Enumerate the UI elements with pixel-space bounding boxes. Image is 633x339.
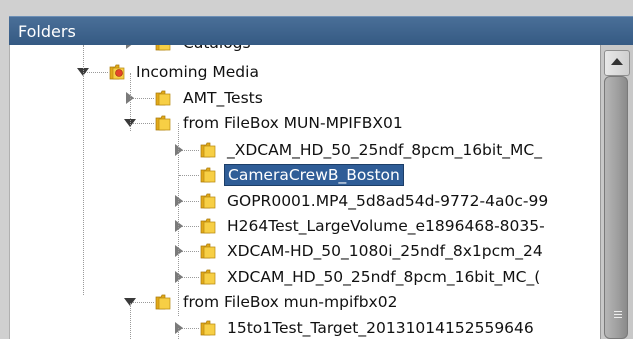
- tree-item[interactable]: AMT_Tests: [10, 86, 601, 111]
- tree-item-label: AMT_Tests: [183, 89, 263, 107]
- tree-item[interactable]: CameraCrewB_Boston: [10, 163, 601, 188]
- panel-titlebar: Folders: [9, 16, 633, 45]
- tree-item-label: Incoming Media: [136, 63, 259, 81]
- folder-icon: [154, 89, 172, 107]
- tree-item[interactable]: Incoming Media: [10, 60, 601, 85]
- tree-item-label: _XDCAM_HD_50_25ndf_8pcm_16bit_MC_: [227, 141, 542, 159]
- tree-item-label: 15to1Test_Target_20131014152559646: [227, 319, 534, 337]
- tree-item[interactable]: from FileBox mun-mpifbx02: [10, 290, 601, 315]
- tree-connector-line: [83, 45, 84, 295]
- folder-icon: [154, 293, 172, 311]
- folder-icon: [199, 166, 217, 184]
- collapse-toggle-icon[interactable]: [172, 320, 186, 334]
- folder-icon: [154, 45, 172, 52]
- tree-item[interactable]: XDCAM_HD_50_25ndf_8pcm_16bit_MC_(: [10, 265, 601, 290]
- folder-tree[interactable]: Catalogs Incoming Media AMT_Testsfrom File…: [9, 45, 601, 339]
- tree-item[interactable]: Catalogs: [10, 45, 601, 56]
- folder-icon: [199, 319, 217, 337]
- tree-item[interactable]: 15to1Test_Target_20131014152559646: [10, 316, 601, 339]
- tree-connector-line: [130, 303, 131, 339]
- folder-icon: [199, 242, 217, 260]
- tree-item-label: from FileBox mun-mpifbx02: [183, 293, 398, 311]
- scroll-up-button[interactable]: [604, 50, 630, 76]
- tree-item[interactable]: H264Test_LargeVolume_e1896468-8035-: [10, 214, 601, 239]
- collapse-toggle-icon[interactable]: [172, 193, 186, 207]
- folder-icon: [199, 268, 217, 286]
- tree-connector-line: [178, 123, 179, 316]
- folder-icon: [199, 141, 217, 159]
- collapse-toggle-icon[interactable]: [172, 218, 186, 232]
- tree-item[interactable]: GOPR0001.MP4_5d8ad54d-9772-4a0c-99: [10, 189, 601, 214]
- tree-item-label: Catalogs: [180, 45, 254, 53]
- collapse-toggle-icon[interactable]: [172, 243, 186, 257]
- tree-item-label: from FileBox MUN-MPIFBX01: [183, 114, 403, 132]
- tree-item-label: XDCAM_HD_50_25ndf_8pcm_16bit_MC_(: [227, 268, 541, 286]
- tree-item-label: CameraCrewB_Boston: [224, 164, 404, 186]
- folder-icon: [199, 192, 217, 210]
- tree-connector-line: [178, 328, 179, 339]
- collapse-toggle-icon[interactable]: [172, 269, 186, 283]
- media-folder-icon: [108, 63, 126, 81]
- collapse-toggle-icon[interactable]: [172, 142, 186, 156]
- folders-panel: Folders Catalogs Incoming Media AMT_Testsf…: [0, 0, 633, 339]
- collapse-toggle-icon[interactable]: [123, 45, 137, 49]
- tree-item-label: H264Test_LargeVolume_e1896468-8035-: [227, 217, 545, 235]
- tree-item-label: GOPR0001.MP4_5d8ad54d-9772-4a0c-99: [227, 192, 549, 210]
- tree-item[interactable]: XDCAM-HD_50_1080i_25ndf_8x1pcm_24: [10, 239, 601, 264]
- tree-connector-line: [130, 73, 131, 131]
- scroll-thumb[interactable]: [604, 76, 628, 339]
- folder-icon: [154, 114, 172, 132]
- scroll-grip-icon: [614, 311, 622, 318]
- vertical-scrollbar[interactable]: [600, 45, 633, 339]
- tree-connector-line: [179, 175, 199, 176]
- panel-title: Folders: [18, 22, 76, 41]
- tree-item-label: XDCAM-HD_50_1080i_25ndf_8x1pcm_24: [227, 242, 543, 260]
- folder-icon: [199, 217, 217, 235]
- tree-item[interactable]: from FileBox MUN-MPIFBX01: [10, 111, 601, 136]
- tree-item[interactable]: _XDCAM_HD_50_25ndf_8pcm_16bit_MC_: [10, 138, 601, 163]
